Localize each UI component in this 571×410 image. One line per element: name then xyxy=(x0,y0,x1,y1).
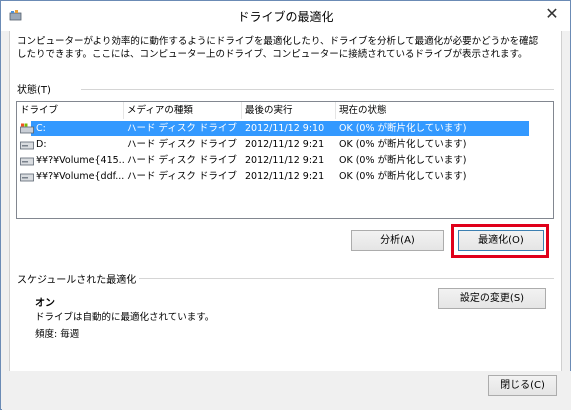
drive-name: ¥¥?¥Volume{415... xyxy=(36,155,124,166)
optimize-drives-window: ドライブの最適化 ✕ コンピューターがより効率的に動作するようにドライブを最適化… xyxy=(0,0,571,410)
hard-drive-icon xyxy=(20,141,34,150)
drive-list[interactable]: ドライブ メディアの種類 最後の実行 現在の状態 C: ハード ディスク ドライ… xyxy=(16,101,554,219)
media-type: ハード ディスク ドライブ xyxy=(127,123,237,134)
title-bar[interactable]: ドライブの最適化 ✕ xyxy=(1,1,570,31)
drive-list-header: ドライブ メディアの種類 最後の実行 現在の状態 xyxy=(17,102,553,119)
status-label: 状態(T) xyxy=(17,85,51,96)
current-status: OK (0% が断片化しています) xyxy=(339,139,467,150)
media-type: ハード ディスク ドライブ xyxy=(127,139,237,150)
table-row[interactable]: ¥¥?¥Volume{415... ハード ディスク ドライブ 2012/11/… xyxy=(17,153,553,168)
analyze-button[interactable]: 分析(A) xyxy=(351,230,444,251)
footer-bar: 閉じる(C) xyxy=(2,371,571,410)
table-row[interactable]: ¥¥?¥Volume{ddf... ハード ディスク ドライブ 2012/11/… xyxy=(17,169,553,184)
last-run: 2012/11/12 9:21 xyxy=(245,155,325,166)
system-drive-icon xyxy=(20,123,34,134)
drive-name: D: xyxy=(36,139,47,150)
last-run: 2012/11/12 9:21 xyxy=(245,139,325,150)
table-row[interactable]: D: ハード ディスク ドライブ 2012/11/12 9:21 OK (0% … xyxy=(17,137,553,152)
schedule-label: スケジュールされた最適化 xyxy=(17,275,137,286)
column-header-last-run[interactable]: 最後の実行 xyxy=(242,102,336,119)
status-separator xyxy=(81,89,554,90)
schedule-description: ドライブは自動的に最適化されています。 xyxy=(35,312,215,323)
table-row[interactable]: C: ハード ディスク ドライブ 2012/11/12 9:10 OK (0% … xyxy=(17,121,553,136)
window-title: ドライブの最適化 xyxy=(237,10,334,24)
column-header-current-status[interactable]: 現在の状態 xyxy=(336,102,496,119)
drive-name: C: xyxy=(36,123,46,134)
drive-name: ¥¥?¥Volume{ddf... xyxy=(36,171,124,182)
change-settings-button[interactable]: 設定の変更(S) xyxy=(438,288,546,309)
last-run: 2012/11/12 9:21 xyxy=(245,171,325,182)
column-header-media-type[interactable]: メディアの種類 xyxy=(124,102,242,119)
schedule-separator xyxy=(139,278,554,279)
current-status: OK (0% が断片化しています) xyxy=(339,171,467,182)
optimize-highlight-box xyxy=(451,224,549,258)
description-text: コンピューターがより効率的に動作するようにドライブを最適化したり、ドライブを分析… xyxy=(17,36,539,60)
schedule-state: オン xyxy=(35,298,55,309)
column-header-drive[interactable]: ドライブ xyxy=(17,102,124,119)
media-type: ハード ディスク ドライブ xyxy=(127,155,237,166)
last-run: 2012/11/12 9:10 xyxy=(245,123,325,134)
close-icon[interactable]: ✕ xyxy=(542,5,562,23)
current-status: OK (0% が断片化しています) xyxy=(339,155,467,166)
media-type: ハード ディスク ドライブ xyxy=(127,171,237,182)
close-button[interactable]: 閉じる(C) xyxy=(488,375,557,396)
schedule-frequency: 頻度: 毎週 xyxy=(35,329,80,340)
hard-drive-icon xyxy=(20,173,34,182)
current-status: OK (0% が断片化しています) xyxy=(339,123,467,134)
hard-drive-icon xyxy=(20,157,34,166)
